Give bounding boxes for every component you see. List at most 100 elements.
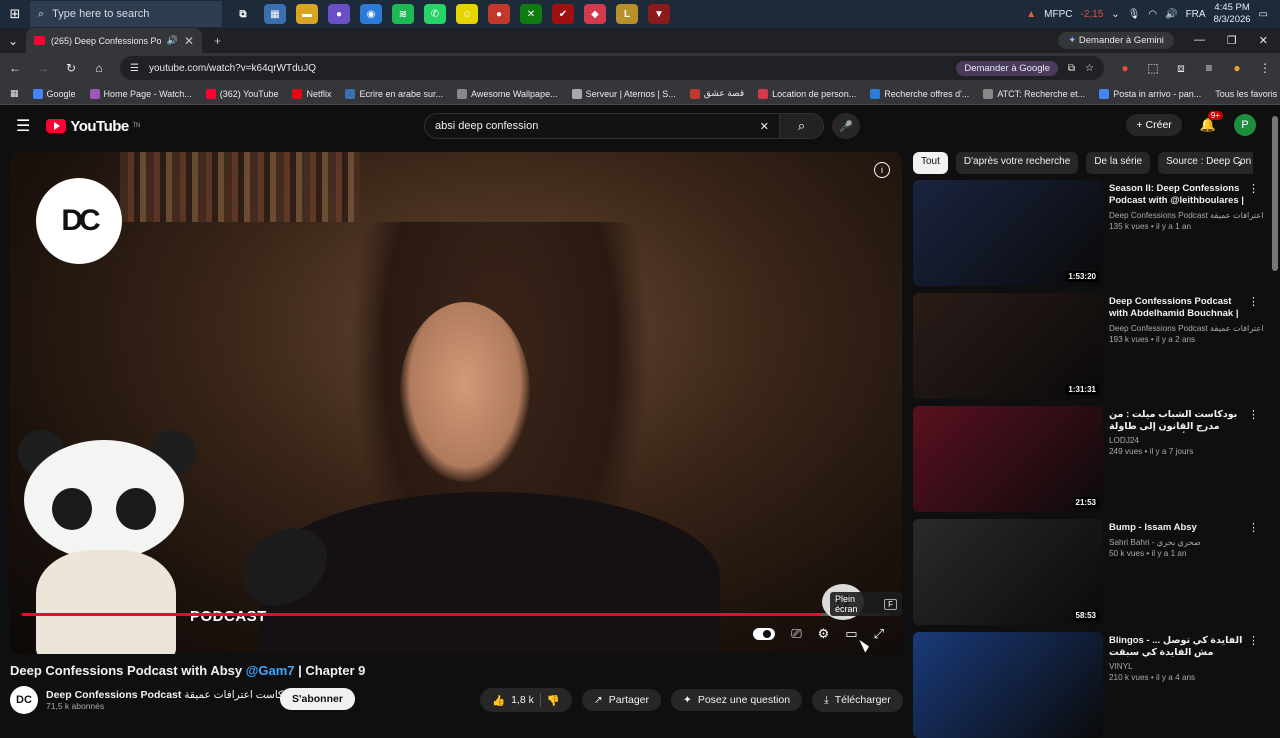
recommendation-thumbnail[interactable]: 1:53:20 [913, 180, 1103, 286]
video-player[interactable]: DC i PODCAST 12 Plein écran F ⎚ ⚙ ▭ ⤢ [10, 152, 902, 654]
tab-audio-icon[interactable]: 🔊 [167, 35, 178, 46]
bookmark-item[interactable]: Ecrire en arabe sur... [345, 88, 443, 99]
dislike-icon[interactable]: 👎 [547, 694, 560, 707]
bookmark-item[interactable]: Google [32, 88, 76, 99]
ask-question-button[interactable]: ✦ Posez une question [671, 689, 803, 711]
recommendation-channel[interactable]: LODJ24 [1109, 436, 1263, 445]
whatsapp-icon[interactable]: ✆ [424, 4, 446, 24]
restore-icon[interactable]: ❐ [1227, 34, 1237, 47]
volume-icon[interactable]: 🔊 [1165, 9, 1177, 20]
progress-fill[interactable] [22, 613, 821, 616]
back-icon[interactable]: ← [8, 61, 22, 75]
shield-app-icon[interactable]: ▼ [648, 4, 670, 24]
bookmark-item[interactable]: Awesome Wallpape... [457, 88, 558, 99]
game-red-icon[interactable]: ✔ [552, 4, 574, 24]
chrome-profile-icon[interactable]: ● [328, 4, 350, 24]
download-button[interactable]: ⤓ Télécharger [812, 688, 903, 712]
recommendation-item[interactable]: 21:53 بودكاست الشباب ميلت : من مدرج القان… [913, 406, 1263, 512]
notification-center-icon[interactable]: ▭ [1259, 9, 1268, 20]
valorant-icon[interactable]: ◆ [584, 4, 606, 24]
recommendation-item[interactable]: 58:53 Bump - Issam Absy Sahri Bahri - صحري… [913, 519, 1263, 625]
bookmark-item[interactable]: Posta in arrivo - pan... [1099, 88, 1201, 99]
site-info-icon[interactable]: ☰ [130, 63, 139, 74]
settings-gear-icon[interactable]: ⚙ [818, 626, 830, 642]
subscribe-button[interactable]: S'abonner [280, 688, 355, 710]
account-avatar[interactable]: P [1234, 114, 1256, 136]
bookmark-item[interactable]: (362) YouTube [205, 88, 278, 99]
task-view-icon[interactable]: ⧉ [232, 4, 254, 24]
bookmark-item[interactable]: Serveur | Aternos | S... [571, 88, 676, 99]
wifi-icon[interactable]: ◠ [1148, 9, 1157, 20]
microphone-tray-icon[interactable]: 🎙 [1128, 9, 1141, 20]
recommendation-item[interactable]: Blingos - الفايدة كي توصل ... مش الفايدة… [913, 632, 1263, 738]
tray-chevron-icon[interactable]: ⌄ [1111, 9, 1119, 20]
recommendation-channel[interactable]: Deep Confessions Podcast بودكاست اعترافا… [1109, 210, 1263, 220]
recommendation-title[interactable]: بودكاست الشباب ميلت : من مدرج القانون إل… [1109, 409, 1263, 433]
recommendation-title[interactable]: Blingos - الفايدة كي توصل ... مش الفايدة… [1109, 635, 1263, 659]
more-vertical-icon[interactable]: ⋮ [1248, 521, 1259, 534]
voice-search-icon[interactable]: 🎤 [832, 113, 860, 139]
more-vertical-icon[interactable]: ⋮ [1248, 634, 1259, 647]
recommendation-channel[interactable]: Deep Confessions Podcast بودكاست اعترافا… [1109, 323, 1263, 333]
tab-search-chevron-icon[interactable]: ⌄ [6, 34, 20, 48]
chips-next-arrow-icon[interactable]: › [1238, 156, 1242, 170]
recommendation-thumbnail[interactable]: 1:31:31 [913, 293, 1103, 399]
spotify-icon[interactable]: ≋ [392, 4, 414, 24]
chrome-icon[interactable]: ◉ [360, 4, 382, 24]
more-vertical-icon[interactable]: ⋮ [1248, 182, 1259, 195]
bookmark-item[interactable]: ATCT: Recherche et... [983, 88, 1085, 99]
url-text[interactable]: youtube.com/watch?v=k64qrWTduJQ [149, 63, 946, 74]
snapchat-icon[interactable]: ☺ [456, 4, 478, 24]
bookmark-item[interactable]: Recherche offres d'... [870, 88, 969, 99]
xbox-icon[interactable]: ✕ [520, 4, 542, 24]
like-count[interactable]: 1,8 k [511, 694, 534, 706]
youtube-search-input[interactable]: absi deep confession ✕ [424, 113, 780, 139]
search-button[interactable]: ⌕ [780, 113, 824, 139]
taskbar-search[interactable]: ⌕ Type here to search [30, 1, 222, 27]
install-app-icon[interactable]: ⧉ [1068, 63, 1075, 74]
channel-name[interactable]: Deep Confessions Podcast بودكاست اعترافا… [46, 689, 296, 701]
close-window-icon[interactable]: ✕ [1259, 34, 1268, 47]
all-bookmarks-folder[interactable]: Tous les favoris [1215, 89, 1277, 99]
language-indicator[interactable]: FRA [1186, 9, 1206, 20]
apps-grid-icon[interactable]: ▦ [10, 88, 19, 99]
home-icon[interactable]: ⌂ [92, 61, 106, 75]
more-vertical-icon[interactable]: ⋮ [1248, 408, 1259, 421]
fullscreen-icon[interactable]: ⤢ [874, 626, 884, 642]
recommendation-channel[interactable]: Sahri Bahri - صحري بحري [1109, 537, 1263, 547]
filter-chip[interactable]: D'après votre recherche [955, 152, 1079, 174]
page-scrollbar[interactable] [1272, 116, 1278, 271]
subtitles-icon[interactable]: ⎚ [791, 626, 801, 642]
bookmark-star-icon[interactable]: ☆ [1085, 63, 1094, 74]
file-explorer-icon[interactable]: ▬ [296, 4, 318, 24]
ask-gemini-button[interactable]: ✦ Demander à Gemini [1058, 32, 1174, 49]
windows-start-icon[interactable]: ⊞ [0, 0, 30, 28]
omnibox[interactable]: ☰ youtube.com/watch?v=k64qrWTduJQ Demand… [120, 56, 1104, 80]
bookmark-item[interactable]: قصة عشق [689, 88, 744, 99]
recommendation-thumbnail[interactable]: 58:53 [913, 519, 1103, 625]
forward-icon[interactable]: → [36, 61, 50, 75]
clear-search-icon[interactable]: ✕ [760, 120, 769, 133]
microsoft-store-icon[interactable]: ▦ [264, 4, 286, 24]
channel-avatar[interactable]: DC [10, 686, 38, 714]
recommendation-thumbnail[interactable]: 21:53 [913, 406, 1103, 512]
recommendation-thumbnail[interactable] [913, 632, 1103, 738]
recommendation-title[interactable]: Deep Confessions Podcast with Abdelhamid… [1109, 296, 1263, 320]
recommendation-item[interactable]: 1:31:31 Deep Confessions Podcast with Abd… [913, 293, 1263, 399]
app-red-icon[interactable]: ● [488, 4, 510, 24]
bookmark-item[interactable]: Location de person... [758, 88, 856, 99]
profile-icon[interactable]: ● [1230, 61, 1244, 75]
title-mention-link[interactable]: @Gam7 [246, 663, 295, 678]
browser-tab-active[interactable]: (265) Deep Confessions Po 🔊 ✕ [26, 28, 202, 53]
bookmark-item[interactable]: Home Page - Watch... [89, 88, 192, 99]
share-button[interactable]: ↗ Partager [581, 689, 662, 711]
filter-chip[interactable]: Tout [913, 152, 948, 174]
ask-google-chip[interactable]: Demander à Google [956, 60, 1058, 76]
video-info-icon[interactable]: i [874, 162, 890, 178]
theater-mode-icon[interactable]: ▭ [845, 626, 857, 642]
clock[interactable]: 4:45 PM 8/3/2026 [1214, 2, 1251, 26]
more-vertical-icon[interactable]: ⋮ [1248, 295, 1259, 308]
recommendation-channel[interactable]: VINYL [1109, 662, 1263, 671]
autoplay-toggle[interactable] [753, 628, 776, 640]
bookmark-item[interactable]: Netflix [292, 88, 331, 99]
